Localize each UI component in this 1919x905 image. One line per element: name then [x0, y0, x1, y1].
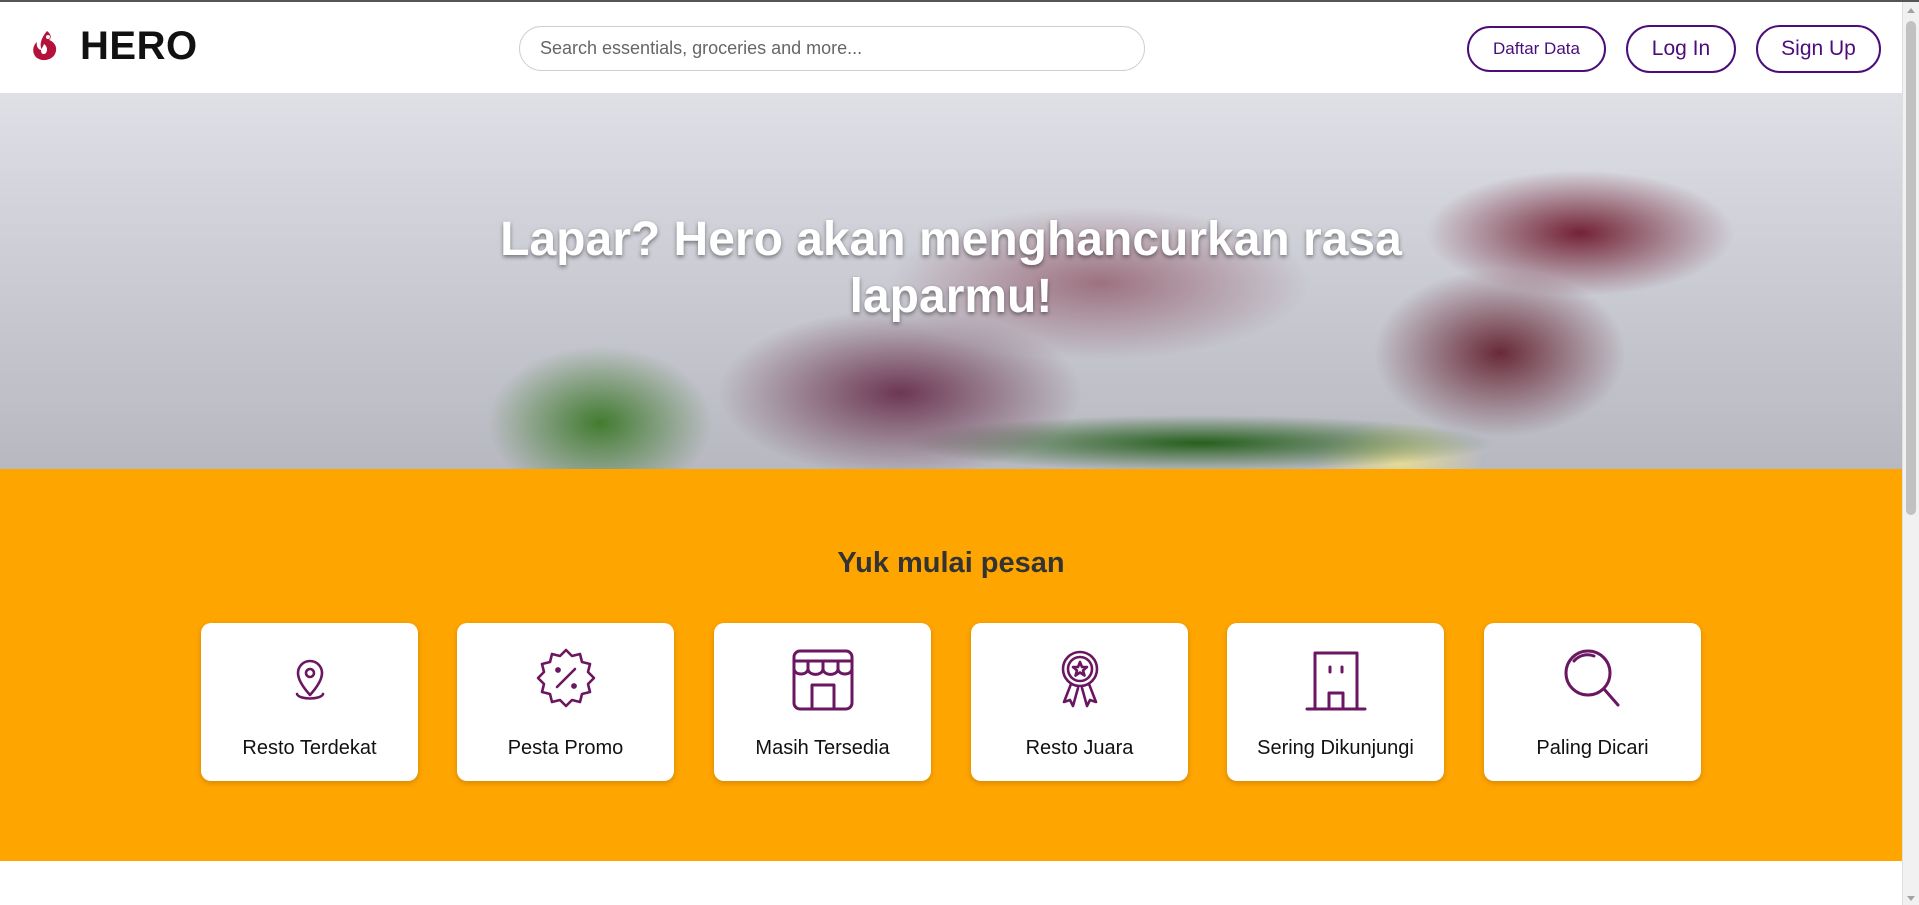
hero-banner: Lapar? Hero akan menghancurkan rasa lapa… — [0, 93, 1902, 469]
brand-name: HERO — [80, 24, 198, 68]
daftar-data-button[interactable]: Daftar Data — [1467, 26, 1606, 72]
signup-button[interactable]: Sign Up — [1756, 25, 1881, 73]
scroll-down-button[interactable] — [1903, 890, 1919, 905]
category-card-label: Paling Dicari — [1536, 737, 1649, 759]
main-content: HERO Daftar Data Log In Sign Up Lapar? H… — [0, 2, 1902, 905]
brand-logo[interactable]: HERO — [28, 24, 198, 69]
chevron-up-icon — [1907, 8, 1915, 13]
chevron-down-icon — [1907, 896, 1915, 901]
search-icon — [1560, 647, 1626, 713]
hero-title: Lapar? Hero akan menghancurkan rasa lapa… — [0, 211, 1902, 325]
category-card-resto-terdekat[interactable]: Resto Terdekat — [201, 623, 418, 781]
location-pin-icon — [277, 647, 343, 713]
search-input[interactable] — [519, 26, 1145, 71]
category-card-pesta-promo[interactable]: Pesta Promo — [457, 623, 674, 781]
section-title: Yuk mulai pesan — [837, 547, 1065, 579]
category-card-label: Sering Dikunjungi — [1257, 737, 1414, 759]
category-card-label: Pesta Promo — [507, 737, 624, 759]
order-category-section: Yuk mulai pesan Resto Terdekat Pesta Pro… — [0, 469, 1902, 861]
category-card-paling-dicari[interactable]: Paling Dicari — [1484, 623, 1701, 781]
scroll-up-button[interactable] — [1903, 2, 1919, 19]
category-card-sering-dikunjungi[interactable]: Sering Dikunjungi — [1227, 623, 1444, 781]
store-icon — [790, 647, 856, 713]
category-card-resto-juara[interactable]: Resto Juara — [971, 623, 1188, 781]
hero-flame-logo-icon — [28, 28, 62, 66]
category-card-masih-tersedia[interactable]: Masih Tersedia — [714, 623, 931, 781]
building-icon — [1303, 647, 1369, 713]
scrollbar-thumb[interactable] — [1906, 21, 1916, 515]
award-ribbon-icon — [1047, 647, 1113, 713]
discount-badge-icon — [533, 647, 599, 713]
category-card-label: Resto Juara — [1025, 737, 1134, 759]
category-card-label: Masih Tersedia — [755, 737, 890, 759]
category-card-label: Resto Terdekat — [242, 737, 377, 759]
next-section-partial — [0, 861, 1902, 905]
hero-title-line-1: Lapar? Hero akan menghancurkan rasa — [500, 213, 1402, 266]
hero-title-line-2: laparmu! — [849, 270, 1053, 323]
page: HERO Daftar Data Log In Sign Up Lapar? H… — [0, 0, 1919, 905]
top-navbar: HERO Daftar Data Log In Sign Up — [0, 2, 1902, 93]
page-scrollbar[interactable] — [1902, 2, 1919, 905]
login-button[interactable]: Log In — [1626, 25, 1736, 73]
